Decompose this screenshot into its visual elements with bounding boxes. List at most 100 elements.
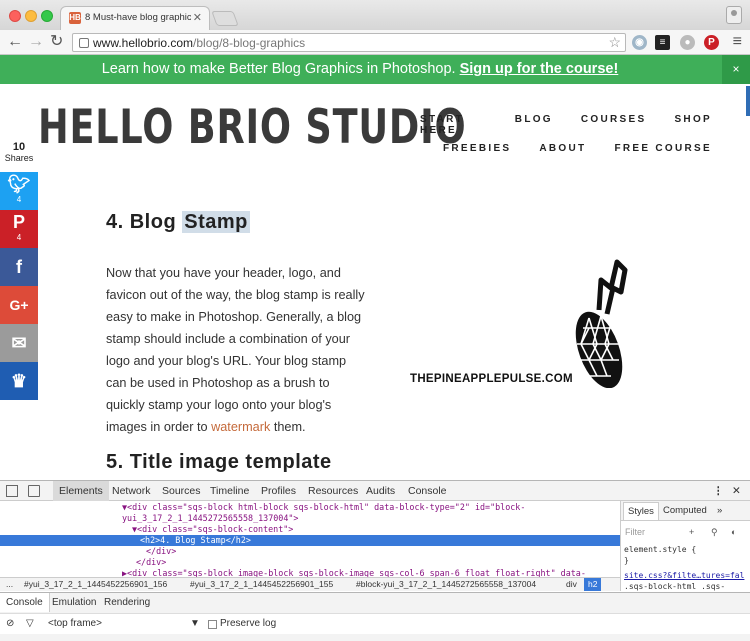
breadcrumb-item-active[interactable]: h2 — [584, 578, 602, 591]
close-window-button[interactable] — [9, 10, 21, 22]
scroll-indicator — [746, 86, 750, 116]
styles-tab-bar: Styles Computed » — [621, 501, 750, 521]
site-logo[interactable]: HELLO BRIO STUDIO — [38, 100, 466, 155]
facebook-icon: f — [16, 257, 22, 277]
dom-line[interactable]: ▼<div class="sqs-block html-block sqs-bl… — [122, 502, 525, 513]
dom-line[interactable]: yui_3_17_2_1_1445272565558_137004"> — [122, 513, 298, 524]
drawer-tab-rendering[interactable]: Rendering — [104, 597, 150, 608]
nav-item-free-course[interactable]: FREE COURSE — [614, 143, 712, 154]
dom-line[interactable]: ▼<div class="sqs-block-content"> — [132, 524, 293, 535]
devtools-tab-timeline[interactable]: Timeline — [210, 485, 249, 497]
site-navigation: START HERE BLOG COURSES SHOP FREEBIES AB… — [420, 114, 720, 161]
article-paragraph: Now that you have your header, logo, and… — [106, 266, 365, 434]
inspect-element-icon[interactable] — [6, 485, 18, 497]
more-tabs-icon[interactable]: » — [717, 505, 722, 516]
reload-icon[interactable]: ↻ — [50, 32, 63, 52]
clear-console-icon[interactable]: ⊘ — [6, 618, 14, 629]
devtools-tab-console[interactable]: Console — [408, 485, 447, 497]
devtools-tab-network[interactable]: Network — [112, 485, 151, 497]
nav-item-blog[interactable]: BLOG — [515, 114, 553, 136]
pinterest-extension-icon[interactable]: P — [704, 35, 719, 50]
page-info-icon[interactable] — [79, 38, 89, 48]
nav-item-start-here[interactable]: START HERE — [420, 114, 487, 136]
devtools-close-icon[interactable]: ✕ — [732, 485, 741, 497]
drawer-tab-console[interactable]: Console — [0, 593, 50, 612]
pinterest-share-button[interactable]: P 4 — [0, 210, 38, 248]
back-arrow-icon[interactable]: ← — [7, 32, 23, 52]
stylesheet-link[interactable]: site.css?&filte…tures=fal — [624, 571, 744, 580]
pinterest-icon: P — [12, 212, 25, 232]
watermark-link[interactable]: watermark — [211, 420, 270, 434]
filter-icon[interactable]: ▽ — [26, 618, 34, 629]
dom-line[interactable]: </div> — [146, 546, 176, 557]
forward-arrow-icon[interactable]: → — [28, 32, 44, 52]
nav-row-secondary: FREEBIES ABOUT FREE COURSE — [420, 143, 720, 154]
styles-tab[interactable]: Styles — [623, 502, 659, 520]
devtools-tab-profiles[interactable]: Profiles — [261, 485, 296, 497]
shield-extension-icon[interactable]: ● — [680, 35, 695, 50]
twitter-icon: 🐦︎ — [7, 174, 31, 194]
nav-item-shop[interactable]: SHOP — [674, 114, 712, 136]
crown-share-button[interactable]: ♛ — [0, 362, 38, 400]
devtools-tab-bar: Elements Network Sources Timeline Profil… — [0, 480, 750, 501]
breadcrumb-item[interactable]: #yui_3_17_2_1_1445452256901_155 — [190, 579, 333, 589]
style-rule-line: } — [624, 556, 629, 565]
breadcrumb-item[interactable]: #block-yui_3_17_2_1_1445272565558_137004 — [356, 579, 536, 589]
email-share-button[interactable]: ✉ — [0, 324, 38, 362]
console-drawer: Console Emulation Rendering ⊘ ▽ <top fra… — [0, 592, 750, 641]
stamp-caption: THEPINEAPPLEPULSE.COM — [410, 373, 573, 385]
breadcrumb-item[interactable]: ... — [6, 579, 13, 589]
share-count: 10 Shares — [4, 141, 34, 163]
url-text: www.hellobrio.com/blog/8-blog-graphics — [93, 36, 306, 50]
facebook-share-button[interactable]: f — [0, 248, 38, 286]
dom-line[interactable]: ▶<div class="sqs-block image-block sqs-b… — [122, 568, 586, 577]
site-favicon-icon: HB — [69, 12, 81, 24]
address-bar[interactable]: www.hellobrio.com/blog/8-blog-graphics ☆ — [72, 33, 626, 52]
promo-signup-link[interactable]: Sign up for the course! — [460, 61, 619, 77]
buffer-extension-icon[interactable]: ≡ — [655, 35, 670, 50]
minimize-window-button[interactable] — [25, 10, 37, 22]
browser-tab[interactable]: HB 8 Must-have blog graphics ✕ — [60, 6, 210, 30]
tab-close-icon[interactable]: ✕ — [193, 11, 202, 24]
devtools-tab-audits[interactable]: Audits — [366, 485, 395, 497]
promo-text: Learn how to make Better Blog Graphics i… — [101, 61, 619, 77]
zoom-window-button[interactable] — [41, 10, 53, 22]
web-page: HELLO BRIO STUDIO START HERE BLOG COURSE… — [0, 84, 750, 480]
preserve-log-checkbox[interactable] — [208, 620, 217, 629]
computed-tab[interactable]: Computed — [663, 505, 707, 516]
devtools-menu-icon[interactable]: ⋮ — [713, 485, 724, 497]
dom-line-selected[interactable]: <h2>4. Blog Stamp</h2> — [0, 535, 620, 546]
drawer-tab-emulation[interactable]: Emulation — [52, 597, 96, 608]
toggle-state-icon[interactable]: ◐ — [731, 527, 736, 537]
twitter-share-button[interactable]: 🐦︎ 4 — [0, 172, 38, 210]
frame-select-arrow-icon[interactable]: ▼ — [190, 618, 200, 629]
google-plus-share-button[interactable]: G+ — [0, 286, 38, 324]
pin-icon[interactable]: ⚲ — [711, 527, 718, 538]
browser-menu-icon[interactable]: ≡ — [733, 33, 742, 51]
bookmark-star-icon[interactable]: ☆ — [608, 34, 621, 51]
dom-tree: ▼<div class="sqs-block html-block sqs-bl… — [0, 501, 620, 577]
nav-item-freebies[interactable]: FREEBIES — [443, 143, 511, 154]
devtools-tab-resources[interactable]: Resources — [308, 485, 358, 497]
frame-select[interactable]: <top frame> — [48, 618, 102, 629]
profile-icon[interactable] — [726, 6, 742, 24]
nav-item-courses[interactable]: COURSES — [581, 114, 647, 136]
promo-close-icon[interactable]: × — [722, 55, 750, 84]
nav-item-about[interactable]: ABOUT — [539, 143, 586, 154]
breadcrumb-item[interactable]: #yui_3_17_2_1_1445452256901_156 — [24, 579, 167, 589]
section-heading-blog-stamp: 4. Blog Stamp — [106, 211, 250, 233]
camera-extension-icon[interactable]: ◉ — [632, 35, 647, 50]
crown-icon: ♛ — [10, 371, 28, 391]
email-icon: ✉ — [11, 333, 27, 353]
new-tab-button[interactable] — [211, 11, 239, 26]
dom-line[interactable]: </div> — [136, 557, 166, 568]
devtools-tab-elements[interactable]: Elements — [53, 481, 109, 501]
breadcrumb-item[interactable]: div — [566, 579, 577, 589]
section-heading-title-template: 5. Title image template — [106, 451, 332, 473]
device-mode-icon[interactable] — [28, 485, 40, 497]
browser-tab-bar: HB 8 Must-have blog graphics ✕ — [0, 0, 750, 30]
styles-filter-input[interactable]: Filter — [625, 527, 645, 537]
new-rule-icon[interactable]: + — [689, 527, 694, 537]
promo-banner: Learn how to make Better Blog Graphics i… — [0, 55, 750, 84]
devtools-tab-sources[interactable]: Sources — [162, 485, 201, 497]
